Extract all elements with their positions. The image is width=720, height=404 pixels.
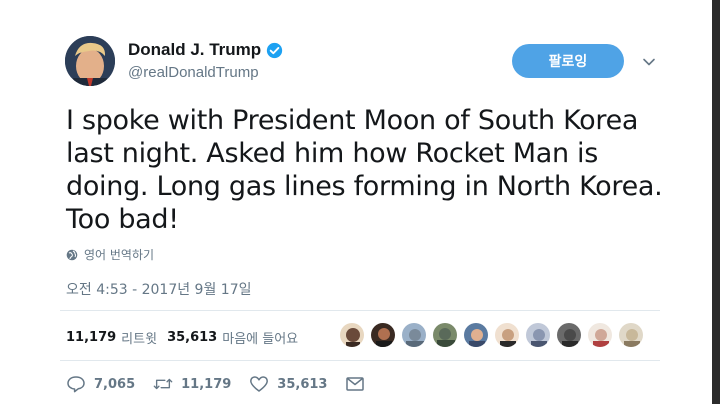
avatar[interactable] <box>65 36 115 86</box>
liker-avatar[interactable] <box>556 322 582 348</box>
verified-badge-icon <box>267 42 283 58</box>
following-button[interactable]: 팔로잉 <box>512 44 624 78</box>
liker-avatar[interactable] <box>618 322 644 348</box>
globe-icon <box>66 249 78 260</box>
tweet-card: Donald J. Trump @realDonaldTrump 팔로잉 I s… <box>0 0 720 404</box>
tweet-line: last night. Asked him how Rocket Man is <box>66 138 599 169</box>
retweet-button[interactable]: 11,179 <box>153 375 231 393</box>
tweet-actions: 7,065 11,179 35,613 <box>66 375 391 393</box>
tweet-text: I spoke with President Moon of South Kor… <box>66 104 666 236</box>
user-handle[interactable]: @realDonaldTrump <box>128 64 259 81</box>
tweet-line: I spoke with President Moon of South Kor… <box>66 105 639 136</box>
liker-avatar[interactable] <box>587 322 613 348</box>
avatar-image <box>65 36 115 86</box>
likes-label[interactable]: 마음에 들어요 <box>222 328 298 347</box>
reply-button[interactable]: 7,065 <box>66 375 135 393</box>
liker-avatar[interactable] <box>494 322 520 348</box>
likes-count[interactable]: 35,613 <box>167 330 217 345</box>
translate-link[interactable]: 영어 번역하기 <box>66 246 154 263</box>
reply-count: 7,065 <box>94 376 136 392</box>
liker-avatar[interactable] <box>370 322 396 348</box>
retweet-count: 11,179 <box>181 376 232 392</box>
retweets-count[interactable]: 11,179 <box>66 330 116 345</box>
window-edge <box>712 0 720 404</box>
translate-label: 영어 번역하기 <box>84 248 155 262</box>
chevron-down-icon[interactable] <box>641 54 657 70</box>
display-name[interactable]: Donald J. Trump <box>128 40 261 60</box>
heart-icon <box>250 376 269 392</box>
tweet-line: doing. Long gas lines forming in North K… <box>66 171 663 202</box>
engagement-stats: 11,179 리트윗 35,613 마음에 들어요 <box>66 328 308 347</box>
reply-icon <box>67 376 85 393</box>
retweet-icon <box>153 378 173 390</box>
like-count: 35,613 <box>277 376 328 392</box>
tweet-line: Too bad! <box>66 204 179 235</box>
liker-avatar[interactable] <box>339 322 365 348</box>
direct-message-button[interactable] <box>345 375 373 393</box>
retweets-label[interactable]: 리트윗 <box>121 328 157 347</box>
liker-avatar[interactable] <box>463 322 489 348</box>
liker-avatar[interactable] <box>401 322 427 348</box>
timestamp[interactable]: 오전 4:53 - 2017년 9월 17일 <box>66 279 252 299</box>
like-button[interactable]: 35,613 <box>249 375 327 393</box>
divider <box>60 360 660 361</box>
liker-avatars <box>339 322 649 348</box>
liker-avatar[interactable] <box>432 322 458 348</box>
divider <box>60 310 660 311</box>
liker-avatar[interactable] <box>525 322 551 348</box>
envelope-icon <box>346 377 365 391</box>
name-row: Donald J. Trump <box>128 40 283 60</box>
